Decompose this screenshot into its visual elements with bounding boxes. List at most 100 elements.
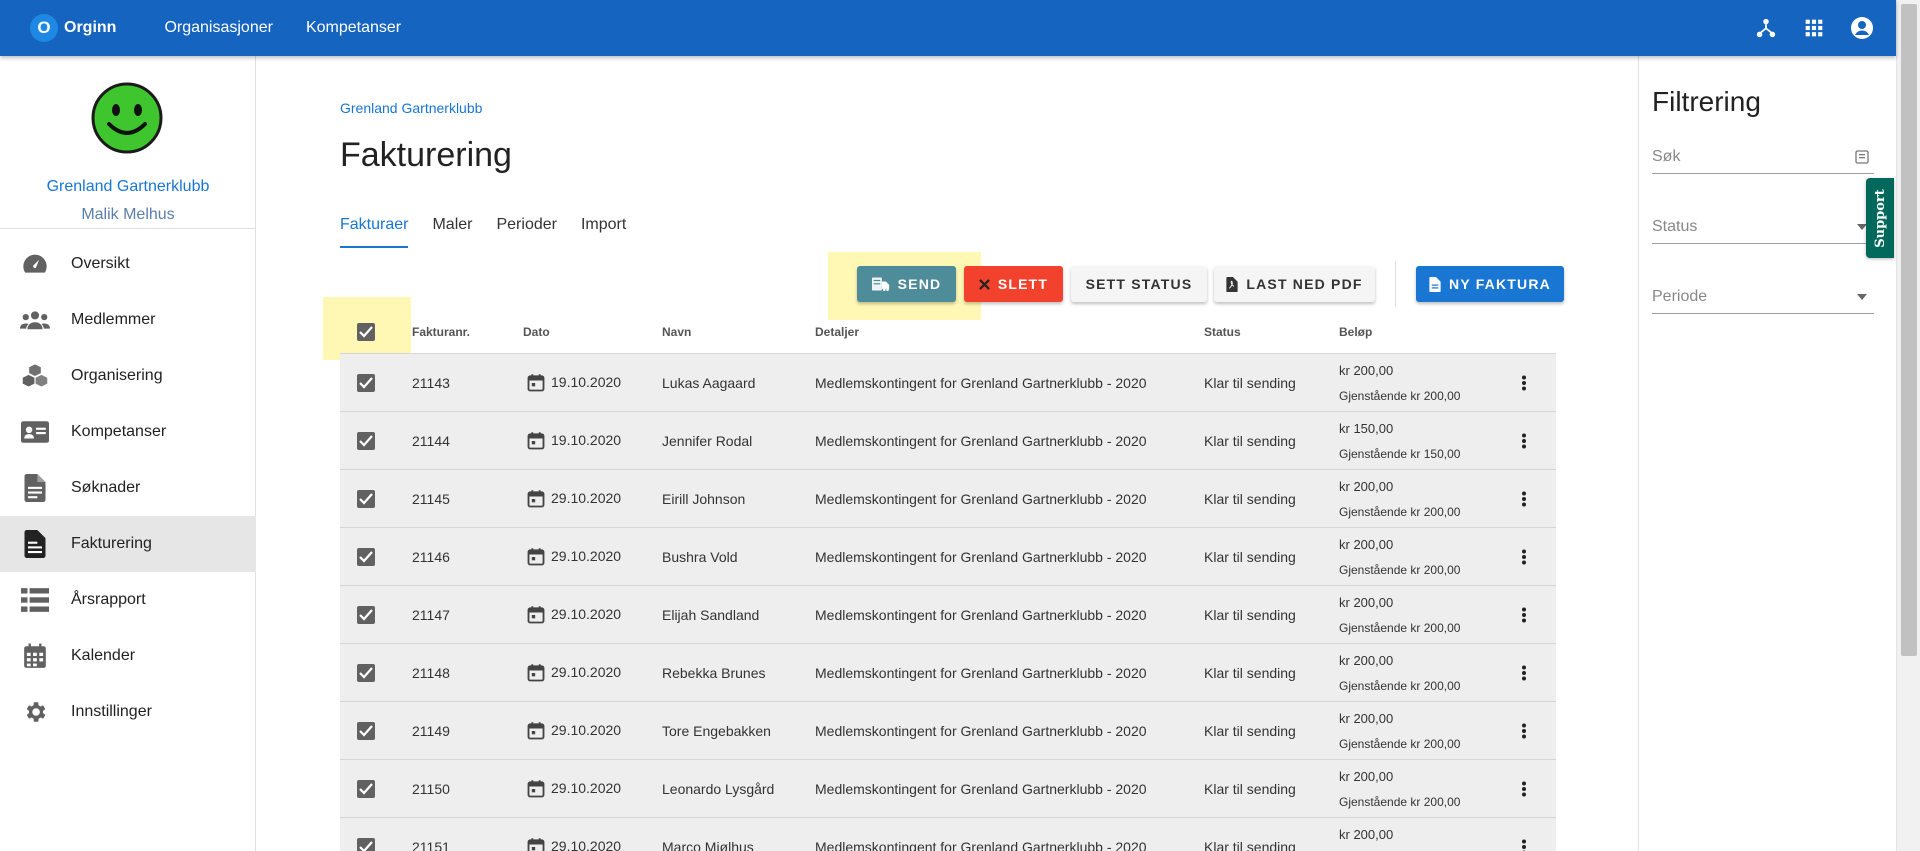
invoice-status: Klar til sending [1204,723,1296,739]
invoice-date: 29.10.2020 [551,664,622,680]
tab-fakturaer[interactable]: Fakturaer [340,216,409,248]
send-label: SEND [897,276,942,292]
table-row[interactable]: 21149 29.10.2020 Tore Engebakken Medlemskon… [340,701,1556,759]
delete-button[interactable]: SLETT [964,266,1063,302]
more-vert-icon[interactable] [1514,547,1534,567]
row-checkbox[interactable] [357,838,375,851]
table-row[interactable]: 21147 29.10.2020 Elijah Sandland Medlemskon… [340,585,1556,643]
sidebar-item-label: Organisering [71,367,163,384]
sidebar-item-oversikt[interactable]: Oversikt [0,236,256,292]
invoice-number: 21145 [412,491,450,507]
support-button[interactable]: Support [1866,178,1894,258]
table-row[interactable]: 21151 29.10.2020 Marco Mjølhus Medlemskonti… [340,817,1556,851]
table-row[interactable]: 21143 19.10.2020 Lukas Aagaard Medlemskonti… [340,353,1556,411]
delete-label: SLETT [997,276,1049,292]
sidebar-item-kompetanser[interactable]: Kompetanser [0,404,256,460]
invoice-name: Marco Mjølhus [662,839,754,851]
sidebar-item-innstillinger[interactable]: Innstillinger [0,684,256,740]
apps-grid-icon[interactable] [1802,16,1826,40]
row-checkbox[interactable] [357,490,375,508]
set-status-label: SETT STATUS [1085,276,1193,292]
col-detaljer[interactable]: Detaljer [815,325,859,339]
more-vert-icon[interactable] [1514,373,1534,393]
account-circle-icon[interactable] [1850,16,1874,40]
invoice-status: Klar til sending [1204,839,1296,851]
sidebar-item-label: Søknader [71,479,141,496]
calendar-icon [526,373,546,393]
search-input[interactable]: Søk [1652,140,1874,174]
scrollbar-thumb[interactable] [1901,4,1917,656]
invoice-amount: kr 150,00 [1339,421,1394,436]
more-vert-icon[interactable] [1514,605,1534,625]
row-checkbox[interactable] [357,374,375,392]
period-select[interactable]: Periode [1652,280,1874,314]
download-pdf-button[interactable]: LAST NED PDF [1214,266,1375,302]
invoice-remaining: Gjenstående kr 200,00 [1339,563,1461,577]
sidebar-item-arsrapport[interactable]: Årsrapport [0,572,256,628]
table-row[interactable]: 21148 29.10.2020 Rebekka Brunes Medlemskont… [340,643,1556,701]
col-fakturanr[interactable]: Fakturanr. [412,325,470,339]
status-select[interactable]: Status [1652,210,1874,244]
invoice-status: Klar til sending [1204,491,1296,507]
table-body: 21143 19.10.2020 Lukas Aagaard Medlemskonti… [340,353,1556,851]
sidebar-user-name: Malik Melhus [81,206,175,223]
table-row[interactable]: 21144 19.10.2020 Jennifer Rodal Medlemskont… [340,411,1556,469]
send-button[interactable]: SEND [857,266,956,302]
row-checkbox[interactable] [357,432,375,450]
more-vert-icon[interactable] [1514,489,1534,509]
select-all-checkbox[interactable] [357,323,375,341]
invoice-number: 21149 [412,723,450,739]
sidebar-item-medlemmer[interactable]: Medlemmer [0,292,256,348]
table-row[interactable]: 21146 29.10.2020 Bushra Vold Medlemskonting… [340,527,1556,585]
col-navn[interactable]: Navn [662,325,691,339]
new-invoice-button[interactable]: NY FAKTURA [1416,266,1564,302]
calendar-icon [526,663,546,683]
tab-import[interactable]: Import [581,216,626,248]
col-status[interactable]: Status [1204,325,1241,339]
tab-perioder[interactable]: Perioder [496,216,556,248]
sidebar-item-soknader[interactable]: Søknader [0,460,256,516]
set-status-button[interactable]: SETT STATUS [1071,266,1207,302]
nav-organisasjoner[interactable]: Organisasjoner [164,19,273,37]
invoice-number: 21147 [412,607,450,623]
calendar-icon [526,779,546,799]
group-icon [20,305,50,335]
more-vert-icon[interactable] [1514,837,1534,851]
brand[interactable]: O Orginn [30,14,116,42]
invoice-date: 29.10.2020 [551,838,622,851]
col-dato[interactable]: Dato [523,325,550,339]
download-pdf-label: LAST NED PDF [1246,276,1363,292]
more-vert-icon[interactable] [1514,663,1534,683]
sidebar-item-fakturering[interactable]: Fakturering [0,516,256,572]
org-avatar [91,82,163,154]
hierarchy-icon[interactable] [1754,16,1778,40]
status-label: Status [1652,218,1698,235]
brand-logo: O [30,14,58,42]
invoice-remaining: Gjenstående kr 200,00 [1339,389,1461,403]
more-vert-icon[interactable] [1514,431,1534,451]
invoice-status: Klar til sending [1204,665,1296,681]
invoice-details: Medlemskontingent for Grenland Gartnerkl… [815,491,1147,507]
row-checkbox[interactable] [357,722,375,740]
nav-kompetanser[interactable]: Kompetanser [306,19,401,37]
row-checkbox[interactable] [357,780,375,798]
tab-maler[interactable]: Maler [432,216,472,248]
table-header: Fakturanr. Dato Navn Detaljer Status Bel… [340,311,1556,353]
row-checkbox[interactable] [357,548,375,566]
sidebar-item-kalender[interactable]: Kalender [0,628,256,684]
breadcrumb[interactable]: Grenland Gartnerklubb [340,100,482,116]
calendar-icon [526,721,546,741]
table-row[interactable]: 21145 29.10.2020 Eirill Johnson Medlemskont… [340,469,1556,527]
table-row[interactable]: 21150 29.10.2020 Leonardo Lysgård Medlemsko… [340,759,1556,817]
more-vert-icon[interactable] [1514,721,1534,741]
sidebar-item-label: Fakturering [71,535,152,552]
sidebar-item-organisering[interactable]: Organisering [0,348,256,404]
invoice-amount: kr 200,00 [1339,363,1394,378]
invoice-date: 29.10.2020 [551,722,622,738]
row-checkbox[interactable] [357,606,375,624]
row-checkbox[interactable] [357,664,375,682]
page-scrollbar[interactable] [1896,0,1920,851]
sidebar-org-name[interactable]: Grenland Gartnerklubb [0,178,256,196]
col-belop[interactable]: Beløp [1339,325,1372,339]
more-vert-icon[interactable] [1514,779,1534,799]
